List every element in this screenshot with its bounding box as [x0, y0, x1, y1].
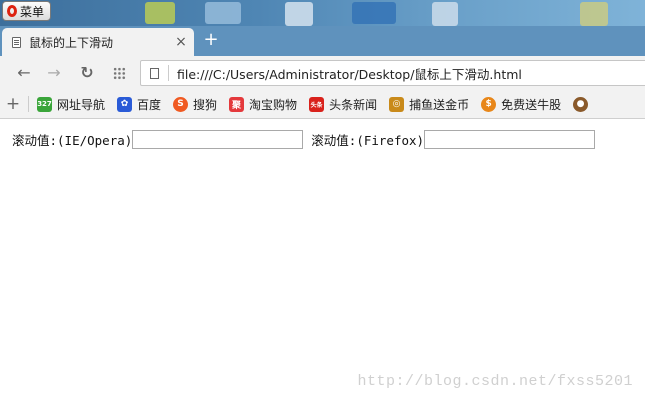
- scroll-value-firefox-input[interactable]: [424, 130, 596, 149]
- bookmark-item[interactable]: S 搜狗: [173, 96, 217, 113]
- tab-title: 鼠标的上下滑动: [29, 35, 114, 50]
- tab-active[interactable]: 鼠标的上下滑动 ×: [2, 28, 194, 56]
- taobao-icon: 聚: [229, 96, 245, 112]
- toutiao-icon: 头条: [309, 96, 325, 112]
- bookmark-item[interactable]: 头条 头条新闻: [309, 96, 377, 113]
- watermark-text: http://blog.csdn.net/fxss5201: [357, 373, 633, 390]
- bookmark-item[interactable]: 聚 淘宝购物: [229, 96, 297, 113]
- sogou-icon: S: [173, 96, 189, 112]
- desktop-icon: [145, 2, 175, 24]
- page-icon: [150, 67, 159, 79]
- bookmark-label: 头条新闻: [329, 97, 378, 112]
- desktop-icon: [352, 2, 396, 24]
- bookmark-item[interactable]: $ 免费送牛股: [481, 96, 561, 113]
- stock-icon: $: [481, 96, 497, 112]
- fish-game-icon: ◎: [389, 96, 405, 112]
- back-button[interactable]: ←: [15, 64, 33, 82]
- url-text[interactable]: file:///C:/Users/Administrator/Desktop/鼠…: [177, 64, 522, 83]
- opera-menu-button[interactable]: 菜单: [2, 1, 52, 21]
- url-nav-icon: 327: [37, 96, 52, 112]
- more-bookmark-icon[interactable]: ●: [573, 96, 593, 112]
- bookmark-label: 淘宝购物: [249, 97, 298, 112]
- menu-label: 菜单: [20, 4, 45, 19]
- bookmark-label: 捕鱼送金币: [409, 97, 470, 112]
- bookmark-item[interactable]: 327 网址导航: [37, 96, 105, 113]
- reload-button[interactable]: ↻: [78, 64, 96, 82]
- bookmark-label: 搜狗: [193, 97, 218, 112]
- desktop-icon: [205, 2, 241, 24]
- bookmarks-bar: + 327 网址导航 ✿ 百度 S 搜狗 聚 淘宝购物 头条 头条新闻 ◎ 捕鱼…: [0, 90, 645, 119]
- bookmark-label: 网址导航: [57, 97, 106, 112]
- divider: [28, 96, 29, 112]
- label-ie-opera: 滚动值:(IE/Opera): [12, 133, 133, 148]
- bookmark-label: 免费送牛股: [501, 97, 562, 112]
- desktop-icon: [432, 2, 458, 26]
- close-tab-icon[interactable]: ×: [174, 34, 188, 50]
- browser-toolbar: ← → ↻ file:///C:/Users/Administrator/Des…: [0, 56, 645, 90]
- label-firefox: 滚动值:(Firefox): [311, 133, 425, 148]
- bookmark-item[interactable]: ✿ 百度: [117, 96, 161, 113]
- new-tab-button[interactable]: +: [203, 31, 219, 49]
- forward-button[interactable]: →: [45, 64, 63, 82]
- desktop-icon: [580, 2, 608, 26]
- baidu-paw-icon: ✿: [117, 96, 133, 112]
- divider: [168, 65, 169, 81]
- bookmark-item[interactable]: ◎ 捕鱼送金币: [389, 96, 469, 113]
- address-bar[interactable]: file:///C:/Users/Administrator/Desktop/鼠…: [140, 60, 645, 86]
- page-icon: [12, 36, 21, 48]
- desktop-background: 菜单: [0, 0, 645, 26]
- apps-grid-icon[interactable]: [113, 67, 126, 80]
- scroll-value-row: 滚动值:(IE/Opera) 滚动值:(Firefox): [12, 130, 603, 149]
- page-content: 滚动值:(IE/Opera) 滚动值:(Firefox) http://blog…: [0, 119, 645, 398]
- add-bookmark-button[interactable]: +: [0, 94, 26, 114]
- desktop-icon: [285, 2, 313, 26]
- opera-logo-icon: [7, 5, 17, 17]
- scroll-value-ie-input[interactable]: [132, 130, 304, 149]
- tab-strip: 鼠标的上下滑动 × +: [0, 26, 645, 56]
- bookmark-label: 百度: [137, 97, 162, 112]
- owl-icon: ●: [573, 96, 589, 112]
